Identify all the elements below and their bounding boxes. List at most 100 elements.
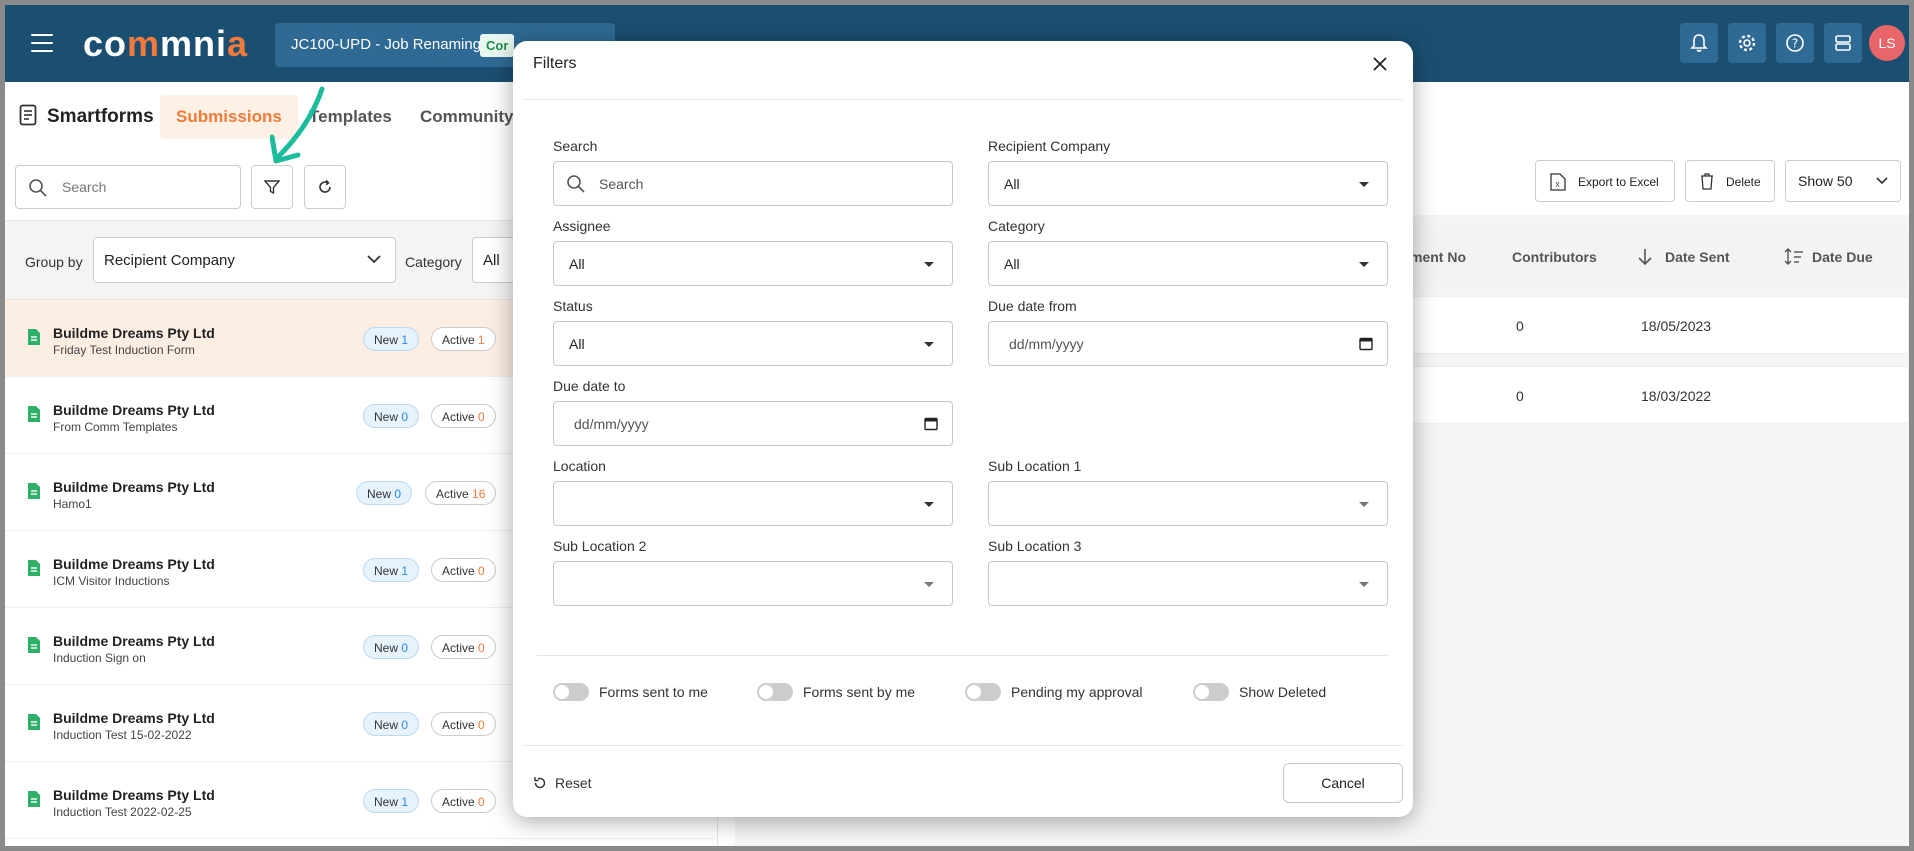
contributors-cell: 0 (1516, 318, 1524, 334)
active-count-badge: Active 0 (431, 635, 496, 659)
column-header[interactable]: Date Sent (1665, 249, 1730, 265)
gear-icon[interactable] (1728, 23, 1766, 63)
form-file-icon (28, 406, 40, 422)
trash-icon (1701, 173, 1713, 190)
form-name: ICM Visitor Inductions (53, 574, 170, 588)
due-date-to-input[interactable]: dd/mm/yyyy (553, 401, 953, 446)
column-header[interactable]: Contributors (1512, 249, 1597, 265)
filter-search-input[interactable]: Search (553, 161, 953, 206)
project-status-badge: Cor (480, 34, 515, 57)
active-count-badge: Active 16 (425, 481, 497, 505)
menu-icon[interactable] (31, 34, 53, 52)
toggle-pending-approval[interactable]: Pending my approval (965, 683, 1143, 701)
form-name: Induction Test 15-02-2022 (53, 728, 192, 742)
close-icon[interactable] (1369, 53, 1391, 75)
section-divider (537, 655, 1389, 656)
caret-down-icon (924, 262, 934, 267)
assignee-select[interactable]: All (553, 241, 953, 286)
smartforms-icon (19, 104, 37, 126)
sub-location-3-select[interactable] (988, 561, 1388, 606)
search-label: Search (553, 138, 598, 154)
toggle-label: Show Deleted (1239, 684, 1327, 700)
column-header[interactable]: Date Due (1812, 249, 1873, 265)
status-label: Status (553, 298, 593, 314)
active-count-badge: Active 1 (431, 327, 496, 351)
user-avatar[interactable]: LS (1869, 25, 1905, 61)
toggle-switch[interactable] (1193, 683, 1229, 701)
sort-order-icon[interactable] (1784, 248, 1804, 266)
new-count-badge: New 0 (356, 481, 413, 505)
page-size-value: Show 50 (1798, 173, 1853, 189)
caret-down-icon (924, 502, 934, 507)
sub-location-3-label: Sub Location 3 (988, 538, 1082, 554)
form-name: Hamo1 (53, 497, 92, 511)
recipient-company-label: Recipient Company (988, 138, 1111, 154)
new-count-badge: New 1 (363, 789, 420, 813)
filters-dialog: Filters Search Search Recipient Company … (513, 41, 1413, 817)
sub-location-1-label: Sub Location 1 (988, 458, 1082, 474)
location-select[interactable] (553, 481, 953, 526)
form-file-icon (28, 791, 40, 807)
tab-community[interactable]: Community (404, 95, 530, 139)
recipient-company-select[interactable]: All (988, 161, 1388, 206)
group-by-select[interactable]: Recipient Company (93, 237, 396, 283)
contributors-cell: 0 (1516, 388, 1524, 404)
sort-desc-icon[interactable] (1638, 248, 1652, 266)
brand-logo: commnia (83, 23, 249, 64)
chevron-down-icon (1876, 177, 1888, 185)
toggle-show-deleted[interactable]: Show Deleted (1193, 683, 1326, 701)
form-file-icon (28, 560, 40, 576)
due-from-placeholder: dd/mm/yyyy (1009, 336, 1084, 352)
bell-icon[interactable] (1680, 23, 1718, 63)
toggle-switch[interactable] (757, 683, 793, 701)
caret-down-icon (1359, 582, 1369, 587)
calendar-icon[interactable] (1359, 336, 1373, 351)
project-name: JC100-UPD - Job Renaming (291, 36, 482, 53)
filter-button[interactable] (251, 165, 293, 209)
active-count-badge: Active 0 (431, 558, 496, 582)
toggle-label: Pending my approval (1011, 684, 1143, 700)
new-count-badge: New 0 (363, 404, 420, 428)
caret-down-icon (1359, 262, 1369, 267)
delete-label: Delete (1726, 175, 1761, 189)
category-filter-select[interactable]: All (988, 241, 1388, 286)
server-icon[interactable] (1824, 23, 1862, 63)
new-count-badge: New 1 (363, 558, 420, 582)
page-size-select[interactable]: Show 50 (1785, 160, 1901, 202)
export-excel-label: Export to Excel (1578, 175, 1659, 189)
sub-location-1-select[interactable] (988, 481, 1388, 526)
sub-location-2-select[interactable] (553, 561, 953, 606)
company-name: Buildme Dreams Pty Ltd (53, 787, 215, 803)
column-header[interactable]: ment No (1410, 249, 1466, 265)
help-icon[interactable]: ? (1776, 23, 1814, 63)
caret-down-icon (1359, 182, 1369, 187)
caret-down-icon (924, 582, 934, 587)
toggle-forms-sent-by-me[interactable]: Forms sent by me (757, 683, 915, 701)
new-count-badge: New 0 (363, 635, 420, 659)
due-date-from-input[interactable]: dd/mm/yyyy (988, 321, 1388, 366)
reset-icon (534, 777, 546, 789)
toggle-label: Forms sent to me (599, 684, 708, 700)
status-select[interactable]: All (553, 321, 953, 366)
company-name: Buildme Dreams Pty Ltd (53, 479, 215, 495)
refresh-button[interactable] (304, 165, 346, 209)
delete-button[interactable]: Delete (1685, 160, 1775, 202)
export-excel-button[interactable]: X Export to Excel (1535, 160, 1675, 202)
company-name: Buildme Dreams Pty Ltd (53, 325, 215, 341)
sub-location-2-label: Sub Location 2 (553, 538, 647, 554)
company-name: Buildme Dreams Pty Ltd (53, 710, 215, 726)
footer-divider (523, 745, 1403, 746)
toggle-forms-sent-to-me[interactable]: Forms sent to me (553, 683, 708, 701)
list-search-input[interactable]: Search (15, 165, 241, 209)
cancel-button[interactable]: Cancel (1283, 763, 1403, 803)
form-name: Friday Test Induction Form (53, 343, 195, 357)
search-icon (29, 179, 47, 197)
reset-button[interactable]: Reset (533, 775, 592, 791)
toggle-label: Forms sent by me (803, 684, 916, 700)
toggle-switch[interactable] (965, 683, 1001, 701)
caret-down-icon (1359, 502, 1369, 507)
active-count-badge: Active 0 (431, 712, 496, 736)
calendar-icon[interactable] (924, 416, 938, 431)
toggle-switch[interactable] (553, 683, 589, 701)
form-file-icon (28, 714, 40, 730)
